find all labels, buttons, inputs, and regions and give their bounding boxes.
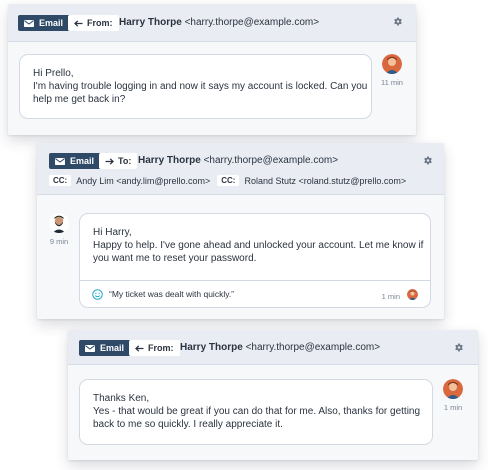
message-line: Thanks Ken, — [93, 393, 150, 404]
message-line: back to me so quickly. I really apprecia… — [93, 419, 283, 430]
card-body: Hi Prello, I'm having trouble logging in… — [8, 42, 416, 135]
message-bubble: Hi Prello, I'm having trouble logging in… — [19, 54, 372, 119]
card-header: Email From: Harry Thorpe <harry.thorpe@e… — [68, 330, 478, 365]
avatar — [49, 213, 69, 233]
direction-from: From: — [68, 15, 119, 31]
card-header: Email From: Harry Thorpe <harry.thorpe@e… — [8, 4, 416, 42]
cc-recipient: Roland Stutz <roland.stutz@prello.com> — [244, 175, 407, 186]
message-line: Hi Harry, — [93, 227, 132, 238]
card-header: Email To: Harry Thorpe <harry.thorpe@exa… — [37, 143, 444, 195]
envelope-icon — [24, 20, 34, 27]
envelope-icon — [55, 158, 65, 165]
recipient: Harry Thorpe <harry.thorpe@example.com> — [138, 155, 338, 166]
timestamp: 1 min — [443, 403, 463, 412]
message-line: Yes - that would be great if you can do … — [93, 406, 421, 417]
sender-name: Harry Thorpe — [180, 342, 243, 353]
message-bubble: Hi Harry, Happy to help. I've gone ahead… — [79, 213, 431, 308]
avatar — [407, 289, 418, 300]
channel-badge: Email — [49, 153, 102, 169]
message-line: I'm having trouble logging in and now it… — [33, 81, 368, 92]
direction-to: To: — [99, 153, 138, 169]
cc-recipient: Andy Lim <andy.lim@prello.com> — [76, 175, 211, 186]
card-body: Thanks Ken, Yes - that would be great if… — [68, 365, 478, 460]
gear-icon[interactable] — [393, 17, 403, 27]
sender-email: <harry.thorpe@example.com> — [184, 17, 320, 28]
avatar — [382, 54, 402, 74]
arrow-right-icon — [105, 157, 114, 165]
message-line: Hi Prello, — [33, 68, 74, 79]
email-card-2: Email To: Harry Thorpe <harry.thorpe@exa… — [37, 143, 444, 319]
cc-row: CC: Andy Lim <andy.lim@prello.com> CC: R… — [49, 175, 413, 186]
arrow-left-icon — [74, 19, 83, 27]
timestamp: 11 min — [381, 78, 403, 87]
gear-icon[interactable] — [423, 156, 433, 166]
satisfaction-feedback: “My ticket was dealt with quickly.” 1 mi… — [80, 280, 430, 307]
sender: Harry Thorpe <harry.thorpe@example.com> — [180, 342, 380, 353]
cc-label: CC: — [217, 175, 240, 186]
direction-from: From: — [129, 340, 180, 356]
direction-label: From: — [87, 18, 113, 28]
channel-badge: Email — [18, 15, 71, 31]
card-body: 9 min Hi Harry, Happy to help. I've gone… — [37, 195, 444, 319]
envelope-icon — [85, 345, 95, 352]
message-bubble: Thanks Ken, Yes - that would be great if… — [79, 379, 433, 445]
message-line: you want me to reset your password. — [93, 253, 257, 264]
arrow-left-icon — [135, 344, 144, 352]
sender: Harry Thorpe <harry.thorpe@example.com> — [119, 17, 319, 28]
direction-label: From: — [148, 343, 174, 353]
email-card-3: Email From: Harry Thorpe <harry.thorpe@e… — [68, 330, 478, 460]
recipient-email: <harry.thorpe@example.com> — [203, 155, 339, 166]
sender-email: <harry.thorpe@example.com> — [245, 342, 381, 353]
recipient-name: Harry Thorpe — [138, 155, 201, 166]
feedback-timestamp: 1 min — [381, 292, 400, 301]
avatar — [443, 379, 463, 399]
channel-badge: Email — [79, 340, 132, 356]
channel-label: Email — [100, 343, 125, 353]
email-card-1: Email From: Harry Thorpe <harry.thorpe@e… — [8, 4, 416, 135]
message-line: Happy to help. I've gone ahead and unloc… — [93, 240, 424, 251]
cc-label: CC: — [49, 175, 72, 186]
timestamp: 9 min — [49, 237, 69, 246]
smile-icon — [92, 288, 103, 300]
message-line: help me get back in? — [33, 94, 126, 105]
gear-icon[interactable] — [454, 343, 464, 353]
channel-label: Email — [39, 18, 64, 28]
feedback-text: “My ticket was dealt with quickly.” — [109, 288, 235, 299]
sender-name: Harry Thorpe — [119, 17, 182, 28]
channel-label: Email — [70, 156, 95, 166]
direction-label: To: — [118, 156, 132, 166]
